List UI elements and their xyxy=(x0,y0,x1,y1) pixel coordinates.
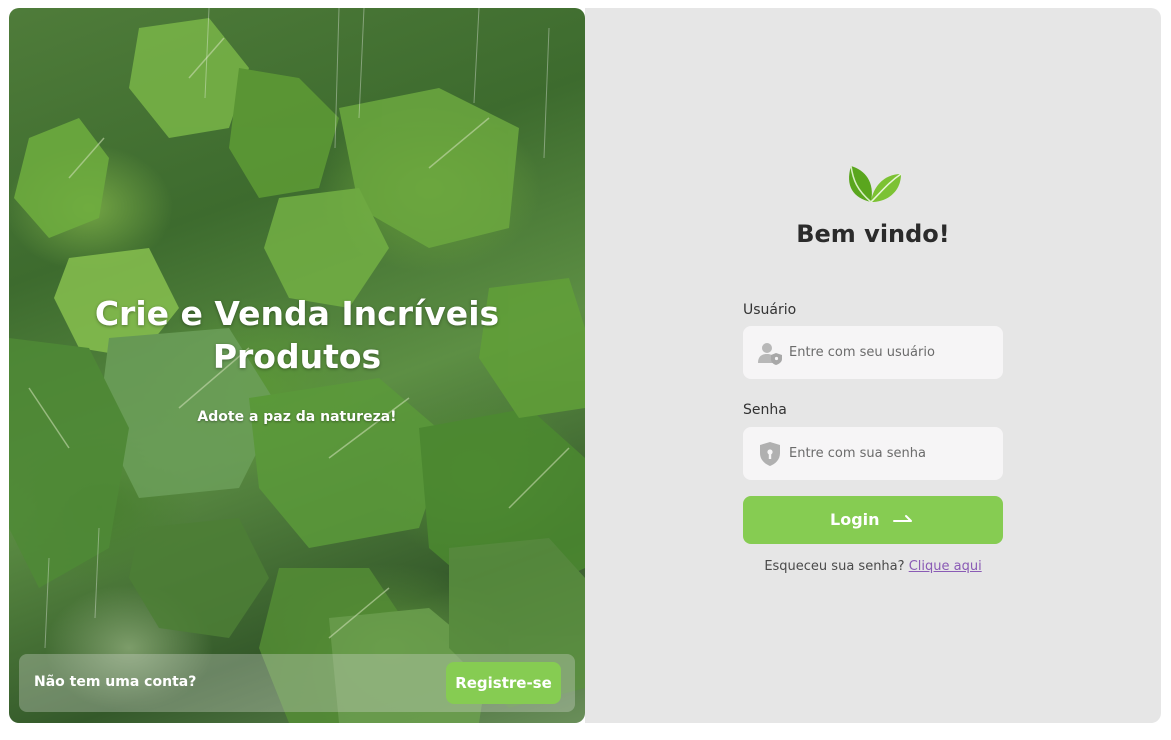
signup-prompt: Não tem uma conta? xyxy=(34,674,197,690)
username-field[interactable] xyxy=(743,326,1003,379)
login-page: Crie e Venda Incríveis Produtos Adote a … xyxy=(0,0,1171,740)
forgot-password-link[interactable]: Clique aqui xyxy=(909,559,982,574)
hero-title-line1: Crie e Venda Incríveis xyxy=(94,294,500,333)
login-button-label: Login xyxy=(830,510,880,529)
password-field[interactable] xyxy=(743,427,1003,480)
leaf-logo-icon xyxy=(849,165,902,203)
hero-title-line2: Produtos xyxy=(212,337,382,376)
arrow-right-icon xyxy=(893,515,912,522)
forgot-text: Esqueceu sua senha? xyxy=(764,559,905,574)
forgot-password: Esqueceu sua senha? Clique aqui xyxy=(585,559,1161,574)
hero-title: Crie e Venda Incríveis Produtos xyxy=(9,292,585,378)
password-input[interactable] xyxy=(789,427,994,480)
shield-lock-icon xyxy=(760,442,780,466)
password-label: Senha xyxy=(743,402,787,418)
username-label: Usuário xyxy=(743,302,797,318)
login-button[interactable]: Login xyxy=(743,496,1003,544)
hero-subtitle: Adote a paz da natureza! xyxy=(197,409,397,425)
username-input[interactable] xyxy=(789,326,994,379)
user-shield-icon xyxy=(758,343,782,365)
signup-bar: Não tem uma conta? Registre-se xyxy=(19,654,575,712)
hero-panel: Crie e Venda Incríveis Produtos Adote a … xyxy=(9,8,585,723)
login-panel: Bem vindo! Usuário Senha Login xyxy=(585,8,1161,723)
welcome-heading: Bem vindo! xyxy=(796,220,950,248)
register-button[interactable]: Registre-se xyxy=(446,662,561,704)
